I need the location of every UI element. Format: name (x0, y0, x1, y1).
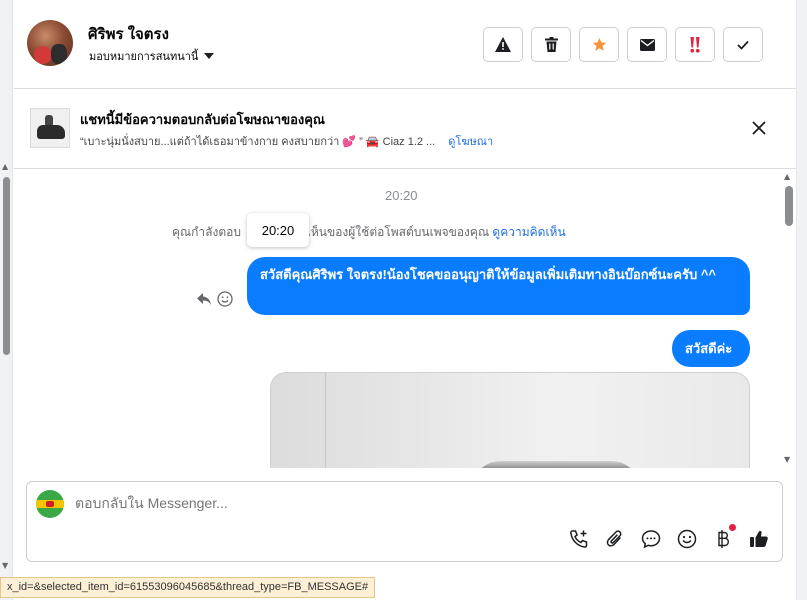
mark-unread-button[interactable] (627, 27, 667, 62)
paperclip-icon (606, 530, 622, 547)
phone-plus-icon (570, 530, 588, 548)
conversation-header: ศิริพร ใจตรง มอบหมายการสนทนานี้ (14, 0, 796, 89)
reply-icon[interactable] (197, 293, 211, 305)
page-avatar (36, 490, 64, 518)
scroll-down-arrow-icon[interactable]: ▼ (784, 455, 790, 464)
currency-icon (718, 530, 730, 548)
scroll-up-arrow-icon[interactable]: ▲ (2, 162, 8, 171)
conversation-pane: ▲ ▼ ศิริพร ใจตรง มอบหมายการสนทนานี้ แชทน… (0, 0, 807, 600)
follow-up-button[interactable] (675, 27, 715, 62)
notification-dot (729, 524, 736, 531)
time-tooltip: 20:20 (247, 213, 309, 247)
call-button[interactable] (568, 528, 590, 550)
contact-avatar[interactable] (27, 20, 73, 66)
left-scrollbar[interactable]: ▲ ▼ (0, 0, 13, 600)
ad-banner-title: แชทนี้มีข้อความตอบกลับต่อโฆษณาของคุณ (80, 112, 325, 127)
right-edge (796, 0, 807, 600)
saved-replies-button[interactable] (640, 528, 662, 550)
emoji-icon (677, 529, 697, 549)
send-like-button[interactable] (748, 528, 770, 550)
message-hover-tools (197, 291, 233, 307)
scrollbar-thumb[interactable] (3, 177, 10, 355)
assign-conversation-dropdown[interactable]: มอบหมายการสนทนานี้ (89, 47, 215, 65)
close-banner-button[interactable] (750, 119, 768, 137)
comment-reply-notice: คุณกำลังตอบิดเห็นของผู้ใช้ต่อโพสต์บนเพจข… (172, 223, 566, 242)
composer-toolbar (568, 524, 770, 550)
mark-done-button[interactable] (723, 27, 763, 62)
ad-banner-description: “เบาะนุ่มนั่งสบาย...แต่ถ้าได้เธอมาข้างกา… (80, 132, 493, 150)
emoji-button[interactable] (676, 528, 698, 550)
double-exclamation-icon (690, 36, 700, 52)
trash-icon (544, 37, 558, 52)
header-actions (483, 27, 763, 62)
payment-button[interactable] (712, 524, 736, 550)
ad-reply-banner: แชทนี้มีข้อความตอบกลับต่อโฆษณาของคุณ “เบ… (14, 90, 796, 169)
message-bubble[interactable]: สวัสดีคุณศิริพร ใจตรง!น้องโชคขออนุญาติให… (247, 257, 750, 315)
star-icon (592, 37, 606, 51)
assign-label: มอบหมายการสนทนานี้ (89, 51, 199, 63)
chat-bubble-icon (641, 530, 661, 549)
close-icon (752, 121, 766, 135)
emoji-react-icon[interactable] (217, 291, 233, 307)
attach-file-button[interactable] (604, 528, 626, 550)
thread-scrollbar[interactable]: ▲ ▼ (782, 170, 795, 468)
thread-timestamp: 20:20 (385, 188, 418, 203)
photo-attachment[interactable] (270, 372, 750, 468)
notice-text-start: คุณกำลังตอบ (172, 225, 241, 239)
envelope-icon (639, 38, 655, 51)
warning-triangle-icon (495, 37, 511, 52)
scroll-down-arrow-icon[interactable]: ▼ (2, 561, 8, 570)
notice-text-end: ิดเห็นของผู้ใช้ต่อโพสต์บนเพจของคุณ (299, 225, 490, 239)
ad-thumbnail[interactable] (30, 108, 70, 148)
contact-name[interactable]: ศิริพร ใจตรง (88, 22, 169, 46)
browser-status-url: x_id=&selected_item_id=61553096045685&th… (0, 577, 376, 598)
report-spam-button[interactable] (483, 27, 523, 62)
message-thread[interactable]: 20:20 คุณกำลังตอบิดเห็นของผู้ใช้ต่อโพสต์… (14, 170, 796, 468)
view-comment-link[interactable]: ดูความคิดเห็น (492, 225, 565, 239)
checkmark-icon (737, 40, 749, 50)
star-button[interactable] (579, 27, 619, 62)
view-ad-link[interactable]: ดูโฆษณา (448, 136, 493, 148)
caret-down-icon (204, 53, 215, 59)
message-bubble[interactable]: สวัสดีค่ะ (672, 330, 750, 367)
ad-description-text: “เบาะนุ่มนั่งสบาย...แต่ถ้าได้เธอมาข้างกา… (80, 136, 436, 148)
delete-button[interactable] (531, 27, 571, 62)
scrollbar-thumb[interactable] (785, 186, 793, 226)
scroll-up-arrow-icon[interactable]: ▲ (784, 172, 790, 181)
reply-input[interactable] (75, 495, 675, 511)
reply-composer (26, 481, 783, 562)
thumbs-up-icon (750, 530, 768, 547)
